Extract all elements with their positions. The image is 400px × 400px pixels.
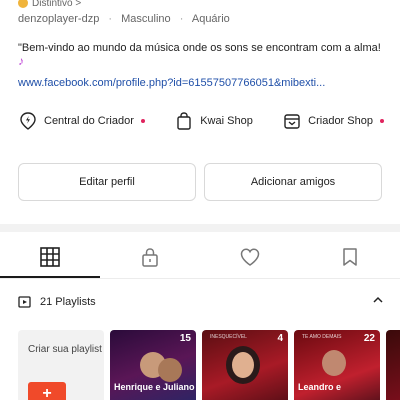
thumbnail-art bbox=[232, 352, 254, 378]
music-note-icon: ♪ bbox=[18, 54, 24, 68]
tab-liked[interactable] bbox=[200, 236, 300, 278]
thumbnail-art bbox=[158, 358, 182, 382]
thumbnail-art bbox=[322, 350, 346, 376]
shop-badge-icon bbox=[284, 114, 300, 129]
profile-bio: "Bem-vindo ao mundo da música onde os so… bbox=[18, 42, 381, 54]
playlist-card[interactable]: 15 Henrique e Juliano bbox=[110, 330, 196, 400]
playlists-title-group: 21 Playlists bbox=[18, 295, 96, 309]
edit-profile-button[interactable]: Editar perfil bbox=[18, 163, 196, 201]
playlists-title: 21 Playlists bbox=[40, 296, 96, 308]
profile-meta: denzoplayer-dzp · Masculino · Aquário bbox=[18, 13, 230, 25]
playlist-count: 15 bbox=[179, 333, 191, 344]
collapse-button[interactable] bbox=[372, 293, 384, 311]
gender: Masculino bbox=[121, 13, 171, 25]
shopping-bag-icon bbox=[177, 112, 191, 130]
heart-icon bbox=[240, 248, 260, 266]
create-playlist-card[interactable]: Criar sua playlist + bbox=[18, 330, 104, 400]
tabs-divider bbox=[0, 278, 400, 279]
create-playlist-label: Criar sua playlist bbox=[28, 344, 102, 355]
bookmark-icon bbox=[343, 248, 357, 266]
playlist-card[interactable]: INESQUECÍVEL 4 bbox=[202, 330, 288, 400]
playlist-caption: Henrique e Juliano bbox=[114, 382, 195, 392]
service-label: Central do Criador bbox=[44, 115, 134, 127]
playlist-card-partial[interactable] bbox=[386, 330, 400, 400]
profile-link[interactable]: www.facebook.com/profile.php?id=61557507… bbox=[18, 77, 388, 89]
service-label: Kwai Shop bbox=[200, 115, 253, 127]
add-friends-button[interactable]: Adicionar amigos bbox=[204, 163, 382, 201]
playlist-count: 4 bbox=[277, 333, 283, 344]
section-divider bbox=[0, 224, 400, 232]
playlist-tag: TE AMO DEMAIS bbox=[302, 334, 342, 340]
content-tabs bbox=[0, 236, 400, 278]
badge-row[interactable]: Distintivo > bbox=[18, 0, 81, 10]
tab-posts[interactable] bbox=[0, 236, 100, 278]
grid-icon bbox=[40, 247, 60, 267]
playlist-tag: INESQUECÍVEL bbox=[210, 334, 247, 340]
tab-private[interactable] bbox=[100, 236, 200, 278]
playlist-caption: Leandro e bbox=[298, 382, 342, 392]
playlist-count: 22 bbox=[363, 333, 375, 344]
chevron-up-icon bbox=[373, 296, 383, 303]
notification-dot bbox=[379, 119, 384, 123]
separator-dot: · bbox=[108, 13, 113, 25]
playlist-icon bbox=[18, 296, 31, 308]
playlist-card[interactable]: TE AMO DEMAIS 22 Leandro e bbox=[294, 330, 380, 400]
lock-icon bbox=[142, 248, 158, 267]
badge-label: Distintivo > bbox=[32, 0, 82, 9]
playlists-header[interactable]: 21 Playlists bbox=[18, 294, 384, 310]
zodiac-sign: Aquário bbox=[191, 13, 230, 25]
badge-icon bbox=[18, 0, 28, 8]
service-creator-shop[interactable]: Criador Shop bbox=[282, 111, 384, 131]
separator-dot: · bbox=[179, 13, 184, 25]
notification-dot bbox=[140, 119, 145, 123]
playlist-carousel: Criar sua playlist + 15 Henrique e Julia… bbox=[18, 330, 400, 400]
lightning-pin-icon bbox=[20, 112, 36, 130]
service-label: Criador Shop bbox=[308, 115, 373, 127]
service-creator-center[interactable]: Central do Criador bbox=[18, 111, 145, 131]
creator-services: Central do Criador Kwai Shop Criador Sho… bbox=[18, 110, 384, 132]
tab-saved[interactable] bbox=[300, 236, 400, 278]
service-kwai-shop[interactable]: Kwai Shop bbox=[174, 111, 253, 131]
create-playlist-button[interactable]: + bbox=[28, 382, 66, 400]
username: denzoplayer-dzp bbox=[18, 13, 100, 25]
